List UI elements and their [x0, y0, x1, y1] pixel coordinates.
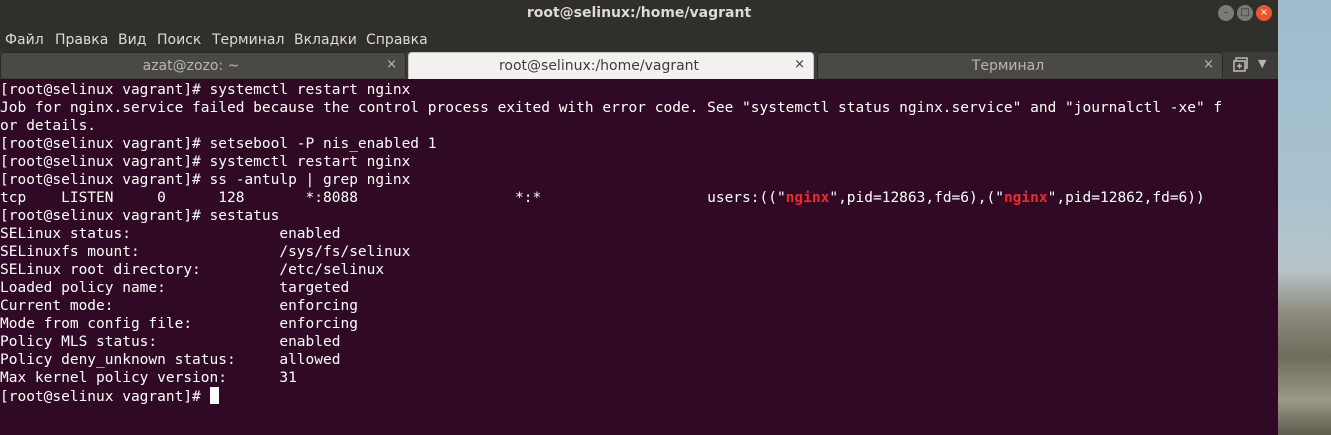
- menu-file[interactable]: Файл: [5, 32, 44, 48]
- tab-terminal[interactable]: Терминал ×: [817, 52, 1223, 78]
- terminal-line: Loaded policy name: targeted: [0, 280, 350, 296]
- menu-search[interactable]: Поиск: [157, 32, 201, 48]
- terminal-line: Mode from config file: enforcing: [0, 316, 358, 332]
- tab-close-icon[interactable]: ×: [1203, 57, 1214, 72]
- terminal-line: [root@selinux vagrant]# sestatus: [0, 208, 280, 224]
- minimize-icon[interactable]: –: [1218, 5, 1234, 21]
- terminal-line: Policy deny_unknown status: allowed: [0, 352, 341, 368]
- terminal-line: [root@selinux vagrant]# systemctl restar…: [0, 154, 411, 170]
- tab-root-selinux[interactable]: root@selinux:/home/vagrant ×: [408, 52, 814, 79]
- terminal-prompt-line: [root@selinux vagrant]#: [0, 387, 219, 405]
- window-title: root@selinux:/home/vagrant: [526, 5, 752, 21]
- terminal-line: [root@selinux vagrant]# systemctl restar…: [0, 82, 411, 98]
- terminal-prompt: [root@selinux vagrant]#: [0, 389, 210, 405]
- tab-label: Терминал: [971, 58, 1045, 74]
- terminal-line: SELinuxfs mount: /sys/fs/selinux: [0, 244, 411, 260]
- menu-edit[interactable]: Правка: [55, 32, 108, 48]
- tab-label: root@selinux:/home/vagrant: [498, 58, 700, 74]
- terminal-line: SELinux status: enabled: [0, 226, 341, 242]
- window-titlebar[interactable]: root@selinux:/home/vagrant – □ ×: [0, 0, 1278, 28]
- terminal-line: [root@selinux vagrant]# setsebool -P nis…: [0, 136, 437, 152]
- tab-bar: azat@zozo: ~ × root@selinux:/home/vagran…: [0, 52, 1278, 79]
- ss-process-name: nginx: [1003, 190, 1048, 206]
- terminal-line-ss-output: tcp LISTEN 0 128 *:8088 *:* users:(("ngi…: [0, 189, 1205, 207]
- terminal-line: SELinux root directory: /etc/selinux: [0, 262, 385, 278]
- menu-view[interactable]: Вид: [118, 32, 146, 48]
- tab-azat-zozo[interactable]: azat@zozo: ~ ×: [0, 52, 406, 78]
- terminal-line: or details.: [0, 118, 97, 134]
- terminal-line: [root@selinux vagrant]# ss -antulp | gre…: [0, 172, 411, 188]
- terminal-line: Policy MLS status: enabled: [0, 334, 341, 350]
- maximize-icon[interactable]: □: [1237, 5, 1253, 21]
- menu-help[interactable]: Справка: [366, 32, 428, 48]
- close-icon[interactable]: ×: [1256, 5, 1272, 21]
- terminal-cursor: [209, 387, 219, 404]
- ss-mid: ",pid=12863,fd=6),(": [829, 190, 1004, 206]
- terminal-output[interactable]: [root@selinux vagrant]# systemctl restar…: [0, 79, 1278, 435]
- tab-close-icon[interactable]: ×: [386, 57, 397, 72]
- menu-terminal[interactable]: Терминал: [212, 32, 284, 48]
- terminal-line: Max kernel policy version: 31: [0, 370, 297, 386]
- tab-label: azat@zozo: ~: [142, 58, 240, 74]
- terminal-line: Job for nginx.service failed because the…: [0, 100, 1223, 116]
- tab-close-icon[interactable]: ×: [794, 57, 805, 72]
- ss-suffix: ",pid=12862,fd=6)): [1047, 190, 1205, 206]
- menubar: Файл Правка Вид Поиск Терминал Вкладки С…: [0, 28, 1278, 52]
- desktop-wallpaper: [1278, 0, 1331, 435]
- terminal-line: Current mode: enforcing: [0, 298, 358, 314]
- ss-process-name: nginx: [785, 190, 830, 206]
- new-tab-icon[interactable]: [1232, 56, 1250, 74]
- ss-prefix: tcp LISTEN 0 128 *:8088 *:* users:((": [0, 190, 786, 206]
- tab-menu-chevron-down-icon[interactable]: ▼: [1258, 57, 1266, 70]
- menu-tabs[interactable]: Вкладки: [294, 32, 357, 48]
